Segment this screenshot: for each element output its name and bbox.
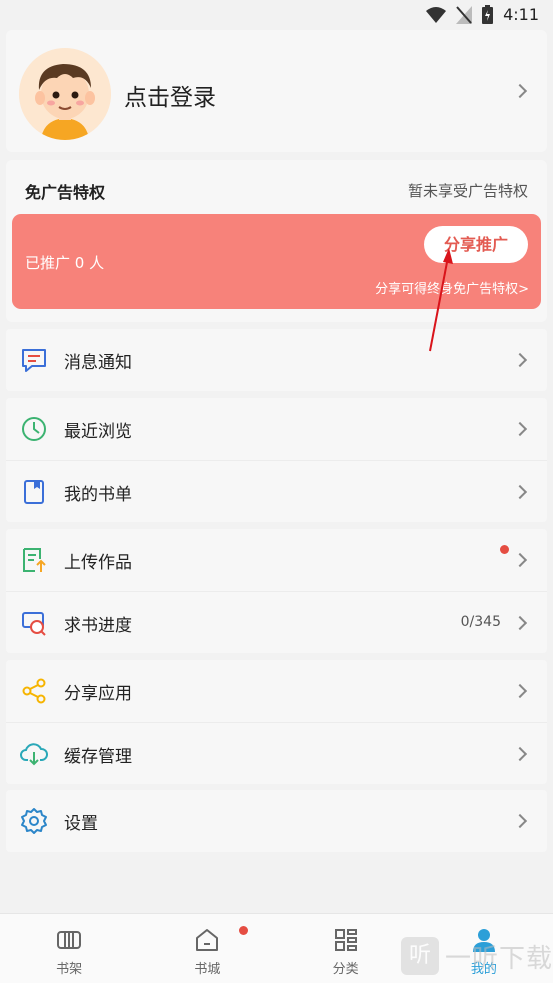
chevron-right-icon <box>512 352 528 368</box>
profile-login-row[interactable]: 点击登录 <box>6 30 547 152</box>
share-icon <box>22 678 46 704</box>
menu-item-settings[interactable]: 设置 <box>6 790 547 852</box>
menu-label: 消息通知 <box>64 353 132 373</box>
status-time: 4:11 <box>503 5 539 24</box>
chevron-right-icon <box>512 83 528 99</box>
menu-label: 分享应用 <box>64 684 132 704</box>
menu-label: 求书进度 <box>64 616 132 636</box>
menu-item-upload[interactable]: 上传作品 <box>6 529 547 591</box>
promoted-count: 已推广 0 人 <box>25 254 105 272</box>
menu-label: 上传作品 <box>64 553 132 573</box>
cloud-download-icon <box>20 743 48 766</box>
home-icon <box>196 929 219 951</box>
ad-privilege-card: 免广告特权 暂未享受广告特权 已推广 0 人 分享推广 分享可得终身免广告特权> <box>6 160 547 322</box>
chevron-right-icon <box>512 484 528 500</box>
share-hint-link[interactable]: 分享可得终身免广告特权> <box>375 278 529 297</box>
watermark-text: 一听下载 <box>444 943 553 974</box>
clock-icon <box>22 417 46 441</box>
request-progress-count: 0/345 <box>460 614 501 630</box>
menu-group-works: 上传作品 求书进度 0/345 <box>6 529 547 653</box>
avatar[interactable] <box>19 48 111 140</box>
chevron-right-icon <box>512 683 528 699</box>
chevron-right-icon <box>512 746 528 762</box>
watermark-logo-icon: 听 <box>400 937 439 975</box>
menu-item-booklist[interactable]: 我的书单 <box>6 460 547 522</box>
menu-item-book-request[interactable]: 求书进度 0/345 <box>6 591 547 653</box>
nav-label: 书架 <box>56 962 83 977</box>
menu-group-reading: 最近浏览 我的书单 <box>6 398 547 522</box>
category-grid-icon <box>334 929 357 951</box>
status-icons: 4:11 <box>426 5 539 24</box>
menu-label: 最近浏览 <box>64 422 132 442</box>
menu-group-messages: 消息通知 <box>6 329 547 391</box>
menu-label: 设置 <box>64 814 98 834</box>
chevron-right-icon <box>512 813 528 829</box>
menu-group-app: 分享应用 缓存管理 <box>6 660 547 784</box>
battery-icon <box>482 5 494 24</box>
status-bar: 4:11 <box>0 0 553 30</box>
menu-item-cache[interactable]: 缓存管理 <box>6 722 547 784</box>
chevron-right-icon <box>512 552 528 568</box>
login-label[interactable]: 点击登录 <box>124 78 216 112</box>
no-signal-icon <box>456 5 473 24</box>
nav-label: 书城 <box>194 962 221 977</box>
share-promote-button[interactable]: 分享推广 <box>424 226 528 263</box>
promotion-banner: 已推广 0 人 分享推广 分享可得终身免广告特权> <box>12 214 541 309</box>
menu-item-share-app[interactable]: 分享应用 <box>6 660 547 722</box>
menu-label: 我的书单 <box>64 485 132 505</box>
ad-privilege-title: 免广告特权 <box>25 183 106 202</box>
ad-privilege-status: 暂未享受广告特权 <box>407 182 528 200</box>
notification-dot <box>500 545 509 554</box>
menu-item-notifications[interactable]: 消息通知 <box>6 329 547 391</box>
nav-tab-category[interactable]: 分类 <box>277 914 415 983</box>
message-icon <box>22 349 46 372</box>
bookmark-book-icon <box>24 480 44 504</box>
bookshelf-icon <box>57 931 82 949</box>
menu-group-settings: 设置 <box>6 790 547 852</box>
wifi-icon <box>426 6 447 23</box>
chevron-right-icon <box>512 421 528 437</box>
nav-tab-bookshelf[interactable]: 书架 <box>0 914 138 983</box>
watermark: 听 一听下载 <box>400 937 553 975</box>
search-book-icon <box>22 612 46 636</box>
nav-label: 分类 <box>332 962 359 977</box>
notification-dot <box>239 926 249 935</box>
boy-avatar-icon <box>19 48 111 140</box>
menu-label: 缓存管理 <box>64 747 132 767</box>
gear-icon <box>21 808 47 834</box>
menu-item-recent[interactable]: 最近浏览 <box>6 398 547 460</box>
chevron-right-icon <box>512 615 528 631</box>
upload-document-icon <box>23 548 46 572</box>
nav-tab-bookstore[interactable]: 书城 <box>138 914 276 983</box>
